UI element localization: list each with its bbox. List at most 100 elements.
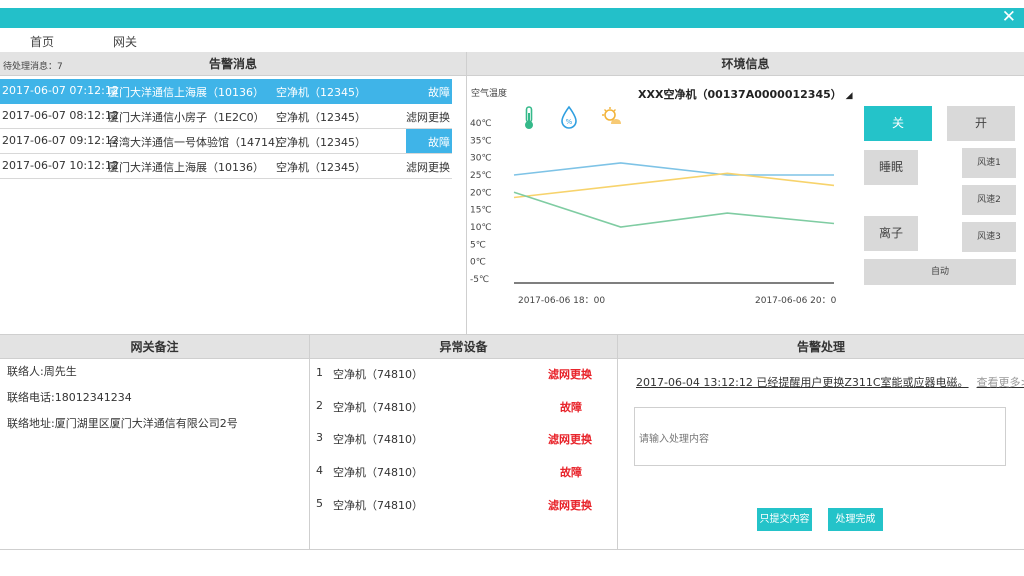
- alarm-device: 空净机（12345）: [276, 136, 366, 149]
- item-number: 5: [316, 497, 323, 510]
- power-off-button[interactable]: 关: [864, 106, 932, 141]
- dropdown-caret-icon[interactable]: ◢: [846, 91, 853, 101]
- contact-phone: 联络电话:18012341234: [7, 391, 132, 404]
- item-number: 4: [316, 464, 323, 477]
- alarm-row[interactable]: 2017-06-07 07:12:12 厦门大洋通信上海展（10136） 空净机…: [0, 79, 452, 104]
- temperature-chart: % 40℃ 35℃ 30℃ 25℃ 20℃ 15℃ 10℃ 5℃ 0℃ -5℃ 2017-06-0…: [470, 105, 836, 306]
- y-axis: 40℃ 35℃ 30℃ 25℃ 20℃ 15℃ 10℃ 5℃ 0℃ -5℃: [470, 119, 834, 285]
- y-tick-label: 15℃: [470, 206, 492, 216]
- ion-button[interactable]: 离子: [864, 216, 918, 251]
- alarm-row[interactable]: 2017-06-07 09:12:12 台湾大洋通信一号体验馆（14714） 空…: [0, 129, 452, 154]
- fan-speed-1-button[interactable]: 风速1: [962, 148, 1016, 178]
- device-status[interactable]: 滤网更换: [548, 497, 592, 513]
- thermometer-icon[interactable]: [525, 106, 533, 129]
- y-tick-label: 40℃: [470, 119, 492, 129]
- alarm-panel-title: 告警消息: [0, 52, 466, 76]
- alarm-time: 2017-06-07 09:12:12: [2, 134, 119, 147]
- item-number: 2: [316, 399, 323, 412]
- alarm-time: 2017-06-07 08:12:12: [2, 109, 119, 122]
- nav-home[interactable]: 首页: [30, 33, 54, 50]
- item-number: 3: [316, 431, 323, 444]
- handle-panel-title: 告警处理: [618, 335, 1024, 359]
- device-status[interactable]: 故障: [560, 399, 582, 415]
- auto-mode-button[interactable]: 自动: [864, 259, 1016, 285]
- gateway-panel-title: 网关备注: [0, 335, 309, 359]
- alarm-status-badge: 故障: [406, 129, 452, 153]
- alarm-row[interactable]: 2017-06-07 10:12:12 厦门大洋通信上海展（10136） 空净机…: [0, 154, 452, 179]
- device-name: 空净机（74810）: [333, 433, 423, 446]
- series-group: [513, 162, 835, 228]
- device-title-text: XXX空净机（00137A0000012345）: [638, 88, 842, 101]
- alarm-location: 厦门大洋通信小房子（1E2C0）: [108, 111, 265, 124]
- device-status[interactable]: 故障: [560, 464, 582, 480]
- power-on-button[interactable]: 开: [947, 106, 1015, 141]
- device-name: 空净机（74810）: [333, 499, 423, 512]
- last-handle-record: 2017-06-04 13:12:12 已经提醒用户更换Z311C室能或应器电磁…: [636, 374, 1024, 390]
- water-drop-icon[interactable]: %: [561, 105, 577, 129]
- title-bar: ✕: [0, 7, 1024, 28]
- alarm-device: 空净机（12345）: [276, 111, 366, 124]
- abnormal-device-item[interactable]: 3 空净机（74810） 滤网更换: [316, 431, 606, 449]
- app-window: ✕ 首页 网关 告警消息 环境信息 待处理消息：7 2017-06-07 07:…: [0, 0, 1024, 576]
- divider: [0, 549, 1024, 550]
- abnormal-device-item[interactable]: 2 空净机（74810） 故障: [316, 399, 606, 417]
- abnormal-device-item[interactable]: 1 空净机（74810） 滤网更换: [316, 366, 606, 384]
- divider: [617, 335, 618, 549]
- device-status[interactable]: 滤网更换: [548, 366, 592, 382]
- y-tick-label: 5℃: [470, 240, 486, 250]
- device-name: 空净机（74810）: [333, 401, 423, 414]
- alarm-location: 台湾大洋通信一号体验馆（14714）: [108, 136, 286, 149]
- abnormal-device-item[interactable]: 5 空净机（74810） 滤网更换: [316, 497, 606, 515]
- fan-speed-3-button[interactable]: 风速3: [962, 222, 1016, 252]
- y-tick-label: 30℃: [470, 154, 492, 164]
- alarm-time: 2017-06-07 10:12:12: [2, 159, 119, 172]
- x-tick-label: 2017-06-06 20：00: [755, 296, 836, 306]
- alarm-status: 滤网更换: [406, 111, 450, 124]
- sensor-label: 空气温度: [471, 89, 508, 99]
- alarm-row[interactable]: 2017-06-07 08:12:12 厦门大洋通信小房子（1E2C0） 空净机…: [0, 104, 452, 129]
- env-panel-title: 环境信息: [467, 52, 1024, 76]
- device-name: 空净机（74810）: [333, 466, 423, 479]
- top-nav: 首页 网关: [0, 30, 1024, 52]
- device-status[interactable]: 滤网更换: [548, 431, 592, 447]
- alarm-status: 滤网更换: [406, 161, 450, 174]
- alarm-device: 空净机（12345）: [276, 86, 366, 99]
- item-number: 1: [316, 366, 323, 379]
- pending-count: 待处理消息：7: [3, 62, 63, 72]
- sleep-button[interactable]: 睡眠: [864, 150, 918, 185]
- y-tick-label: 35℃: [470, 136, 492, 146]
- submit-content-button[interactable]: 只提交内容: [757, 508, 812, 531]
- series-line: [513, 162, 834, 176]
- close-icon[interactable]: ✕: [1002, 7, 1016, 27]
- divider: [309, 335, 310, 549]
- handle-complete-button[interactable]: 处理完成: [828, 508, 883, 531]
- alarm-status: 故障: [428, 86, 450, 99]
- sun-cloud-icon[interactable]: [602, 107, 621, 124]
- y-tick-label: 25℃: [470, 171, 492, 181]
- alarm-location: 厦门大洋通信上海展（10136）: [108, 161, 264, 174]
- nav-gateway[interactable]: 网关: [113, 33, 137, 50]
- device-name: 空净机（74810）: [333, 368, 423, 381]
- y-tick-label: -5℃: [470, 275, 489, 285]
- y-tick-label: 0℃: [470, 258, 486, 268]
- alarm-time: 2017-06-07 07:12:12: [2, 84, 119, 97]
- fan-speed-2-button[interactable]: 风速2: [962, 185, 1016, 215]
- handle-content-input[interactable]: [634, 407, 1006, 466]
- device-title: XXX空净机（00137A0000012345） ◢: [638, 86, 853, 102]
- view-more-link[interactable]: 查看更多>>: [977, 376, 1024, 389]
- contact-person: 联络人:周先生: [7, 365, 77, 378]
- alarm-status: 故障: [428, 136, 450, 149]
- y-tick-label: 20℃: [470, 188, 492, 198]
- alarm-location: 厦门大洋通信上海展（10136）: [108, 86, 264, 99]
- alarm-device: 空净机（12345）: [276, 161, 366, 174]
- env-icons: %: [525, 105, 621, 129]
- x-axis: 2017-06-06 18：00 2017-06-06 20：00: [518, 296, 836, 306]
- series-line: [513, 191, 835, 228]
- record-text: 2017-06-04 13:12:12 已经提醒用户更换Z311C室能或应器电磁…: [636, 376, 969, 389]
- abnormal-panel-title: 异常设备: [310, 335, 617, 359]
- x-tick-label: 2017-06-06 18：00: [518, 296, 605, 306]
- y-tick-label: 10℃: [470, 223, 492, 233]
- abnormal-device-item[interactable]: 4 空净机（74810） 故障: [316, 464, 606, 482]
- svg-text:%: %: [566, 118, 573, 126]
- contact-address: 联络地址:厦门湖里区厦门大洋通信有限公司2号: [7, 417, 238, 430]
